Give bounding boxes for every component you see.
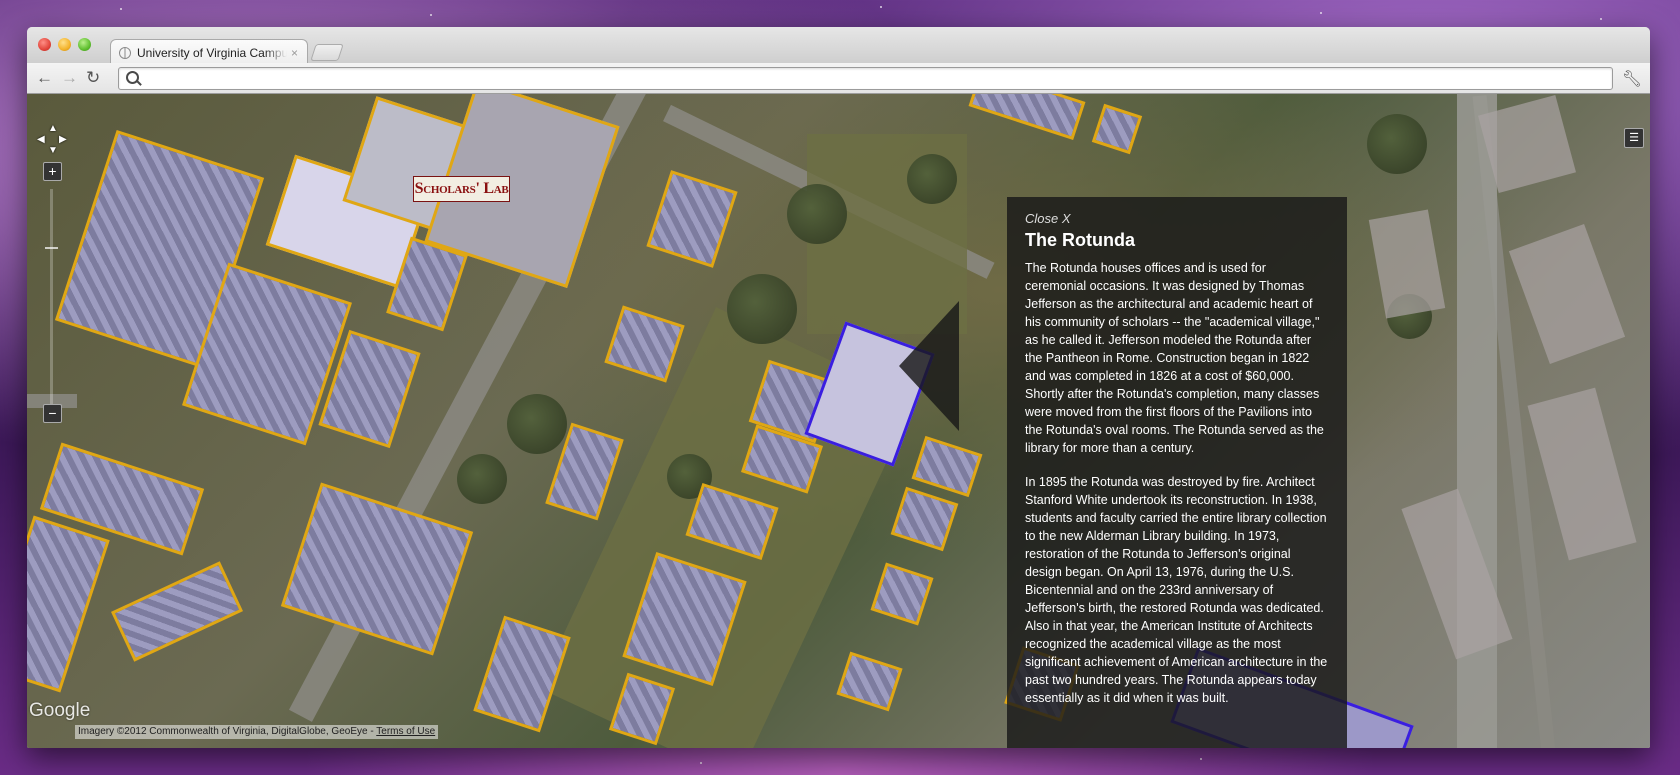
info-window: Close X The Rotunda The Rotunda houses o… <box>1007 197 1347 748</box>
pan-left-icon[interactable]: ◀ <box>37 134 45 145</box>
tab-title: University of Virginia Campus <box>137 45 287 60</box>
map-attribution: Imagery ©2012 Commonwealth of Virginia, … <box>75 725 439 739</box>
background-star <box>1600 18 1602 20</box>
search-icon <box>126 71 139 84</box>
close-info-button[interactable]: Close X <box>1025 211 1329 226</box>
attribution-text: Imagery ©2012 Commonwealth of Virginia, … <box>78 726 377 737</box>
building-outline[interactable] <box>646 170 738 268</box>
building-outline[interactable] <box>604 305 685 383</box>
pan-right-icon[interactable]: ▶ <box>59 134 67 145</box>
background-star <box>880 6 882 8</box>
building-outline[interactable] <box>27 515 110 693</box>
tree <box>507 394 567 454</box>
building-outline[interactable] <box>836 651 903 712</box>
tree <box>787 184 847 244</box>
info-paragraph: The Rotunda houses offices and is used f… <box>1025 261 1324 455</box>
tree <box>727 274 797 344</box>
building-outline[interactable] <box>870 562 934 626</box>
building-outline[interactable] <box>890 486 959 552</box>
browser-window: University of Virginia Campus × ← → ↻ 🔧︎ <box>27 27 1650 748</box>
background-star <box>700 762 702 764</box>
satellite-map[interactable]: Scholars' Lab ▲ ▼ ◀ ▶ + − ☰ Google Image… <box>27 94 1650 748</box>
reload-icon[interactable]: ↻ <box>86 68 100 88</box>
tab-strip: University of Virginia Campus × <box>27 27 1650 65</box>
building-outline[interactable] <box>968 94 1086 141</box>
wrench-icon[interactable]: 🔧︎ <box>1622 69 1642 89</box>
address-bar[interactable] <box>118 67 1613 90</box>
layers-icon[interactable]: ☰ <box>1624 128 1644 148</box>
background-star <box>1200 758 1202 760</box>
building-outline[interactable] <box>280 482 474 656</box>
background-star <box>120 8 122 10</box>
browser-tab[interactable]: University of Virginia Campus × <box>110 39 308 65</box>
close-window-button[interactable] <box>38 38 51 51</box>
info-title: The Rotunda <box>1025 230 1135 250</box>
background-star <box>430 14 432 16</box>
pan-control[interactable]: ▲ ▼ ◀ ▶ <box>37 123 67 156</box>
zoom-slider-handle[interactable] <box>45 247 58 249</box>
zoom-out-button[interactable]: − <box>43 404 62 423</box>
pan-up-icon[interactable]: ▲ <box>48 123 58 134</box>
building-outline[interactable] <box>1091 103 1143 155</box>
address-input[interactable] <box>145 70 1599 88</box>
browser-toolbar: ← → ↻ 🔧︎ <box>27 63 1650 94</box>
zoom-in-button[interactable]: + <box>43 162 62 181</box>
tree <box>457 454 507 504</box>
terms-of-use-link[interactable]: Terms of Use <box>376 726 435 737</box>
back-arrow-icon[interactable]: ← <box>36 68 53 88</box>
forward-arrow-icon[interactable]: → <box>61 68 78 88</box>
building-outline[interactable] <box>911 435 983 498</box>
background-star <box>1320 12 1322 14</box>
roof <box>1508 223 1626 365</box>
close-tab-icon[interactable]: × <box>291 46 298 60</box>
tree <box>1367 114 1427 174</box>
scholars-lab-sign: Scholars' Lab <box>413 176 510 202</box>
google-logo: Google <box>29 700 91 721</box>
new-tab-button[interactable] <box>310 44 344 61</box>
info-paragraph: In 1895 the Rotunda was destroyed by fir… <box>1025 475 1328 705</box>
roof <box>1368 209 1446 319</box>
zoom-window-button[interactable] <box>78 38 91 51</box>
minimize-window-button[interactable] <box>58 38 71 51</box>
building-outline[interactable] <box>473 615 571 733</box>
zoom-slider-track[interactable] <box>50 189 53 404</box>
info-window-pointer <box>899 301 959 431</box>
tree <box>907 154 957 204</box>
building-outline[interactable] <box>110 561 244 662</box>
roof <box>1527 387 1637 561</box>
pan-down-icon[interactable]: ▼ <box>48 145 58 156</box>
globe-icon <box>119 46 131 59</box>
